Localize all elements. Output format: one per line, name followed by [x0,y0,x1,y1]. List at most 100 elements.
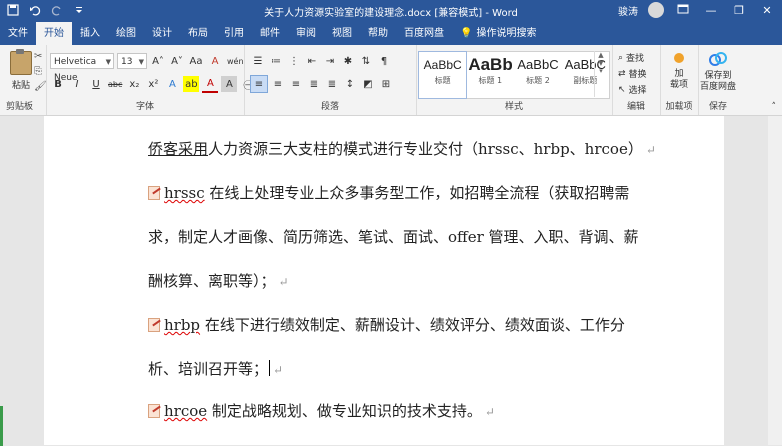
clipboard-small-buttons: ✂ ⎘ 🖌 [34,51,47,92]
editing-list: ⌕ 查找 ⇄ 替换 ↖ 选择 [618,51,647,97]
font-color-button[interactable]: A [202,75,219,93]
bullets-icon[interactable]: ☰ [250,53,266,69]
addins-button[interactable]: 加 载项 [664,51,694,91]
character-shading-button[interactable]: A [221,76,238,92]
doc-line-7-text: 制定战略规划、做专业知识的技术支持。 [207,402,482,420]
doc-line-7: hrcoe 制定战略规划、做专业知识的技术支持。 ↵ [148,400,495,421]
document-page[interactable]: 侨客采用人力资源三大支柱的模式进行专业交付（hrssc、hrbp、hrcoe） ↵… [44,116,724,445]
replace-icon: ⇄ [618,68,626,79]
font-name-box[interactable]: Helvetica Neue ▼ [50,53,114,83]
addins-icon [674,53,684,63]
align-left-icon[interactable]: ≡ [250,75,268,93]
user-name[interactable]: 骏涛 [618,3,638,18]
paragraph-mark: ↵ [484,405,495,419]
change-case-button[interactable]: Aa [188,53,204,69]
title-bar: 关于人力资源实验室的建设理念.docx [兼容模式] - Word 骏涛 — ❐… [0,0,782,22]
doc-line-2-text: 在线上处理专业上众多事务型工作，如招聘全流程（获取招聘需 [204,184,630,202]
find-button[interactable]: ⌕ 查找 [618,51,647,65]
show-marks-icon[interactable]: ¶ [376,53,392,69]
sort-icon[interactable]: ⇅ [358,53,374,69]
tab-1[interactable]: 开始 [36,22,72,45]
document-area: 侨客采用人力资源三大支柱的模式进行专业交付（hrssc、hrbp、hrcoe） ↵… [0,116,782,446]
font-size-box[interactable]: 13 ▼ [117,53,147,69]
chinese-layout-icon[interactable]: ✱ [340,53,356,69]
align-center-icon[interactable]: ≡ [270,76,286,92]
paragraph-group-label: 段落 [320,102,339,112]
ribbon: 粘贴 ✂ ⎘ 🖌 剪贴板 Helvetica Neue ▼ 13 ▼ A˄ A˅… [0,45,782,116]
tab-6[interactable]: 引用 [216,22,252,45]
tab-11[interactable]: 百度网盘 [396,22,452,45]
search-icon: ⌕ [618,52,624,63]
tab-9[interactable]: 视图 [324,22,360,45]
font-row-2: B I U abc x₂ x² A ab A A ㊀ [50,75,256,93]
bullet-icon [148,186,160,200]
ribbon-tabs: 文件 开始 插入 绘图 设计 布局 引用 邮件 审阅 视图 帮助 百度网盘 💡 操作说明搜索 [0,22,782,45]
phonetic-guide-button[interactable]: wén [226,53,245,69]
borders-icon[interactable]: ⊞ [378,76,394,92]
select-button[interactable]: ↖ 选择 [618,83,647,97]
doc-line-6-text: 析、培训召开等； [148,360,269,378]
paragraph-group: ☰ ≔ ⋮ ⇤ ⇥ ✱ ⇅ ¶ ≡ ≡ ≡ ≣ ≣ ↕ ◩ ⊞ 段落 [244,45,417,115]
paragraph-row-2: ≡ ≡ ≡ ≣ ≣ ↕ ◩ ⊞ [250,75,394,93]
align-right-icon[interactable]: ≡ [288,76,304,92]
superscript-button[interactable]: x² [145,76,161,92]
save-to-baidu-button[interactable]: 保存到 百度网盘 [698,51,738,93]
clipboard-group: 粘贴 ✂ ⎘ 🖌 剪贴板 [0,45,47,115]
line-spacing-icon[interactable]: ↕ [342,76,358,92]
shrink-font-button[interactable]: A˅ [169,53,185,69]
tell-me-label: 操作说明搜索 [476,28,537,39]
shading-icon[interactable]: ◩ [360,76,376,92]
doc-line-3-text: 求，制定人才画像、简历筛选、笔试、面试、offer 管理、入职、背调、薪 [148,228,639,246]
doc-line-5-text: 在线下进行绩效制定、薪酬设计、绩效评分、绩效面谈、工作分 [200,316,625,334]
chevron-down-icon: ▼ [105,58,111,66]
doc-term-hrbp: hrbp [164,316,201,334]
tab-5[interactable]: 布局 [180,22,216,45]
doc-line-3: 求，制定人才画像、简历筛选、笔试、面试、offer 管理、入职、背调、薪 [148,226,639,247]
tell-me-search[interactable]: 💡 操作说明搜索 [452,22,544,45]
avatar[interactable] [648,2,664,18]
replace-button[interactable]: ⇄ 替换 [618,67,647,81]
copy-icon[interactable]: ⎘ [34,66,47,77]
clear-format-button[interactable]: A [207,53,223,69]
paste-button[interactable]: 粘贴 [6,49,36,95]
tab-7[interactable]: 邮件 [252,22,288,45]
addins-group-label: 加载项 [665,102,693,112]
text-effects-icon[interactable]: A [164,76,180,92]
subscript-button[interactable]: x₂ [126,76,142,92]
bullet-icon [148,318,160,332]
select-label: 选择 [628,86,647,96]
doc-line-4: 酬核算、离职等）； ↵ [148,270,289,291]
collapse-ribbon-icon[interactable]: ˄ [772,102,777,112]
vertical-scrollbar[interactable] [768,116,782,445]
minimize-icon[interactable]: — [702,4,720,17]
tab-3[interactable]: 绘图 [108,22,144,45]
increase-indent-icon[interactable]: ⇥ [322,53,338,69]
highlight-button[interactable]: ab [183,76,200,92]
tab-4[interactable]: 设计 [144,22,180,45]
multilevel-list-icon[interactable]: ⋮ [286,53,302,69]
paragraph-mark: ↵ [645,143,656,157]
close-icon[interactable]: ✕ [758,4,776,17]
maximize-icon[interactable]: ❐ [730,4,748,17]
italic-button[interactable]: I [69,76,85,92]
distributed-icon[interactable]: ≣ [324,76,340,92]
tab-2[interactable]: 插入 [72,22,108,45]
strikethrough-button[interactable]: abc [107,76,123,92]
tab-10[interactable]: 帮助 [360,22,396,45]
underline-button[interactable]: U [88,76,104,92]
bold-button[interactable]: B [50,76,66,92]
cut-icon[interactable]: ✂ [34,51,47,62]
tab-0[interactable]: 文件 [0,22,36,45]
side-indicator [0,406,3,446]
grow-font-button[interactable]: A˄ [150,53,166,69]
decrease-indent-icon[interactable]: ⇤ [304,53,320,69]
tab-8[interactable]: 审阅 [288,22,324,45]
styles-group: 样式 [416,45,613,115]
justify-icon[interactable]: ≣ [306,76,322,92]
numbering-icon[interactable]: ≔ [268,53,284,69]
editing-group: ⌕ 查找 ⇄ 替换 ↖ 选择 编辑 [612,45,661,115]
format-painter-icon[interactable]: 🖌 [34,81,47,92]
baidu-cloud-icon [708,51,728,67]
addins-label-2: 载项 [669,80,688,90]
ribbon-display-icon[interactable] [674,4,692,17]
